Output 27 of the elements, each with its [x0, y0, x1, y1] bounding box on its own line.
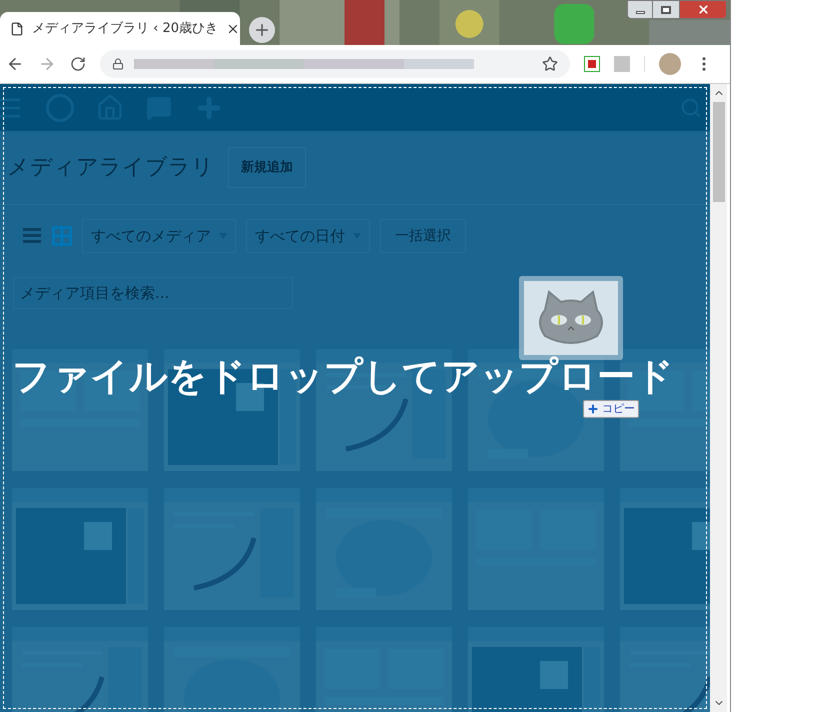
back-icon[interactable]	[6, 55, 24, 73]
search-field[interactable]: メディア項目を検索...	[13, 277, 293, 309]
maximize-button[interactable]	[653, 0, 679, 19]
plus-icon	[253, 21, 271, 39]
close-button[interactable]	[679, 0, 727, 19]
page-icon	[10, 22, 24, 36]
reload-icon[interactable]	[70, 56, 86, 72]
maximize-icon	[661, 6, 671, 14]
minimize-button[interactable]	[627, 0, 653, 19]
scrollbar-thumb[interactable]	[712, 102, 724, 202]
dropdown-label: すべての日付	[255, 226, 345, 247]
drop-message: ファイルをドロップしてアップロード	[12, 356, 674, 396]
bulk-select-button[interactable]: 一括選択	[380, 219, 466, 253]
tab-title: メディアライブラリ ‹ 20歳ひき	[32, 20, 218, 38]
lock-icon	[112, 58, 124, 70]
bookmark-star-icon[interactable]	[542, 56, 558, 72]
filter-dropdown[interactable]: すべてのメディア	[82, 219, 236, 253]
badge-label: コピー	[602, 400, 635, 417]
add-new-button[interactable]: 新規追加	[228, 146, 306, 188]
close-icon	[696, 3, 710, 16]
scrollbar[interactable]	[710, 84, 727, 712]
browser-tab[interactable]: メディアライブラリ ‹ 20歳ひき	[0, 12, 240, 45]
minimize-icon	[636, 11, 644, 14]
dropdown-label: すべてのメディア	[91, 226, 211, 247]
page-title: メディアライブラリ	[7, 154, 214, 182]
plus-icon	[587, 403, 599, 415]
filter-dropdown[interactable]: すべての日付	[246, 219, 370, 253]
